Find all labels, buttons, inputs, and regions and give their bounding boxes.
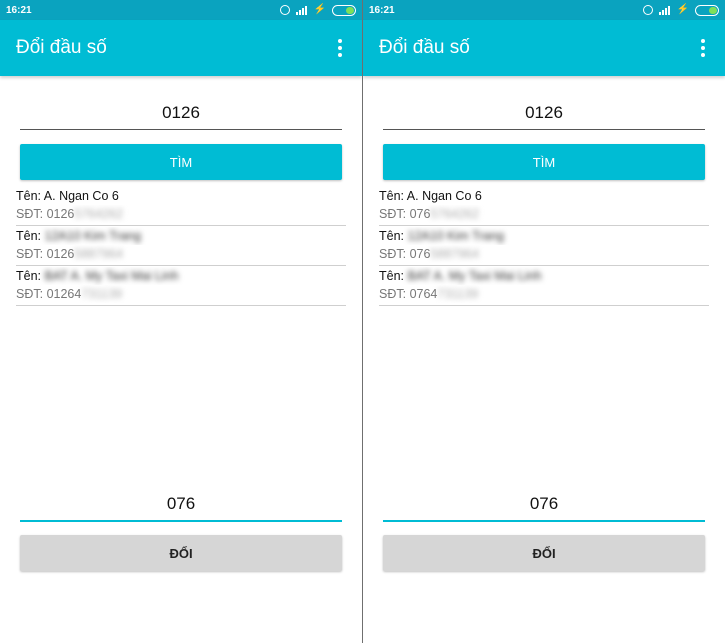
contact-phone: SĐT: 0765764262 — [379, 207, 480, 221]
more-vert-icon[interactable] — [697, 35, 709, 61]
list-item[interactable]: Tên: BAT A. My Taxi Mai Linh SĐT: 012647… — [16, 266, 346, 306]
status-icons: ⚡ — [279, 4, 356, 16]
contact-phone: SĐT: 01265764262 — [16, 207, 124, 221]
status-time: 16:21 — [369, 4, 395, 16]
list-item[interactable]: Tên: 12A10 Kim Trang SĐT: 01265887964 — [16, 226, 346, 266]
status-bar: 16:21 ⚡ — [0, 0, 362, 20]
contact-name: Tên: 12A10 Kim Trang — [16, 229, 142, 243]
new-prefix-input[interactable] — [20, 488, 342, 522]
phone-screen-before: 16:21 ⚡ Đổi đầu số TÌM Tên: A. Ngan Co 6… — [0, 0, 362, 643]
old-prefix-input[interactable] — [383, 96, 705, 130]
status-icons: ⚡ — [642, 4, 719, 16]
alarm-icon — [279, 5, 290, 15]
more-vert-icon[interactable] — [334, 35, 346, 61]
new-prefix-input[interactable] — [383, 488, 705, 522]
contact-phone: SĐT: 01264731139 — [16, 287, 123, 301]
search-button[interactable]: TÌM — [20, 144, 342, 180]
status-time: 16:21 — [6, 4, 32, 16]
convert-button[interactable]: ĐỔI — [20, 535, 342, 571]
battery-icon — [695, 4, 719, 16]
contact-phone: SĐT: 0764731139 — [379, 287, 479, 301]
status-bar: 16:21 ⚡ — [363, 0, 725, 20]
app-title: Đổi đầu số — [379, 37, 470, 58]
charging-bolt-icon: ⚡ — [313, 4, 326, 15]
charging-bolt-icon: ⚡ — [676, 4, 689, 15]
list-item[interactable]: Tên: A. Ngan Co 6 SĐT: 0765764262 — [379, 186, 709, 226]
battery-icon — [332, 4, 356, 16]
app-title: Đổi đầu số — [16, 37, 107, 58]
contact-results-list: Tên: A. Ngan Co 6 SĐT: 0765764262 Tên: 1… — [379, 186, 709, 306]
search-button[interactable]: TÌM — [383, 144, 705, 180]
alarm-icon — [642, 5, 653, 15]
list-item[interactable]: Tên: 12A10 Kim Trang SĐT: 0765887964 — [379, 226, 709, 266]
contact-results-list: Tên: A. Ngan Co 6 SĐT: 01265764262 Tên: … — [16, 186, 346, 306]
contact-name: Tên: BAT A. My Taxi Mai Linh — [379, 269, 542, 283]
app-bar: Đổi đầu số — [0, 20, 362, 76]
convert-button[interactable]: ĐỔI — [383, 535, 705, 571]
old-prefix-input[interactable] — [20, 96, 342, 130]
contact-name: Tên: A. Ngan Co 6 — [16, 189, 119, 203]
contact-name: Tên: 12A10 Kim Trang — [379, 229, 505, 243]
list-item[interactable]: Tên: A. Ngan Co 6 SĐT: 01265764262 — [16, 186, 346, 226]
contact-phone: SĐT: 01265887964 — [16, 247, 124, 261]
phone-screen-after: 16:21 ⚡ Đổi đầu số TÌM Tên: A. Ngan Co 6… — [363, 0, 725, 643]
signal-icon — [658, 5, 671, 15]
signal-icon — [295, 5, 308, 15]
app-bar: Đổi đầu số — [363, 20, 725, 76]
contact-name: Tên: BAT A. My Taxi Mai Linh — [16, 269, 179, 283]
contact-name: Tên: A. Ngan Co 6 — [379, 189, 482, 203]
list-item[interactable]: Tên: BAT A. My Taxi Mai Linh SĐT: 076473… — [379, 266, 709, 306]
contact-phone: SĐT: 0765887964 — [379, 247, 480, 261]
